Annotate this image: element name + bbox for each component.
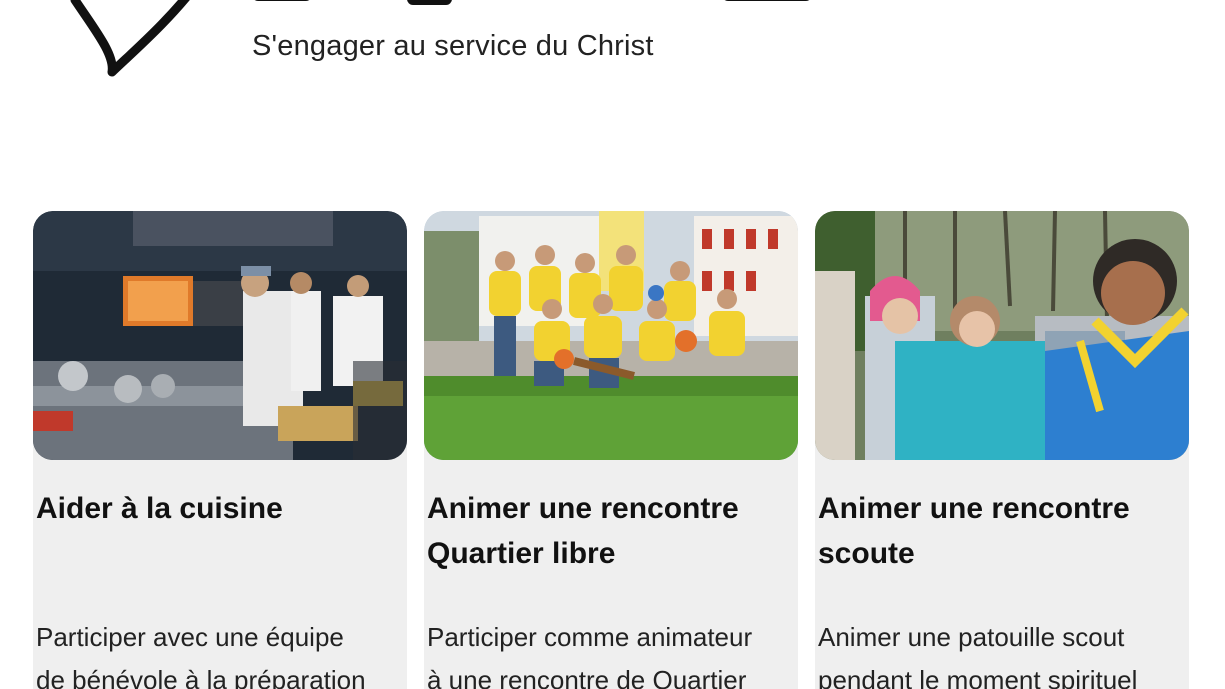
card-title: Animer une rencontre Quartier libre bbox=[427, 486, 792, 576]
kitchen-photo bbox=[33, 211, 407, 460]
site-tagline: S'engager au service du Christ bbox=[252, 30, 654, 62]
card-title: Aider à la cuisine bbox=[36, 492, 283, 525]
card-description: Participer comme animateur à une rencont… bbox=[427, 616, 798, 689]
site-title-cropped bbox=[252, 0, 872, 10]
card-description-line: Animer une patouille scout bbox=[818, 622, 1125, 652]
card-description-line: Participer comme animateur bbox=[427, 622, 753, 652]
card-title-line: Animer une rencontre bbox=[427, 492, 739, 525]
card-title-line: Quartier libre bbox=[427, 537, 616, 570]
card-image-scouts[interactable] bbox=[815, 211, 1189, 460]
card-image-quartier-libre[interactable] bbox=[424, 211, 798, 460]
card-description-line: à une rencontre de Quartier bbox=[427, 665, 747, 689]
card-title: Animer une rencontre scoute bbox=[818, 486, 1183, 576]
page: S'engager au service du Christ Aider à l… bbox=[0, 0, 1225, 689]
card-aider-cuisine[interactable]: Aider à la cuisine Participer avec une é… bbox=[33, 211, 407, 689]
card-title-line: scoute bbox=[818, 537, 915, 570]
card-image-kitchen[interactable] bbox=[33, 211, 407, 460]
card-description: Animer une patouille scout pendant le mo… bbox=[818, 616, 1189, 689]
card-title-line: Animer une rencontre bbox=[818, 492, 1130, 525]
card-description-line: de bénévole à la préparation bbox=[36, 665, 366, 689]
card-quartier-libre[interactable]: Animer une rencontre Quartier libre Part… bbox=[424, 211, 798, 689]
card-description-line: pendant le moment spirituel bbox=[818, 665, 1138, 689]
card-description-line: Participer avec une équipe bbox=[36, 622, 344, 652]
scouts-photo bbox=[815, 211, 1189, 460]
card-rencontre-scoute[interactable]: Animer une rencontre scoute Animer une p… bbox=[815, 211, 1189, 689]
card-description: Participer avec une équipe de bénévole à… bbox=[36, 616, 407, 689]
logo-heart-icon[interactable] bbox=[60, 0, 210, 80]
group-photo bbox=[424, 211, 798, 460]
